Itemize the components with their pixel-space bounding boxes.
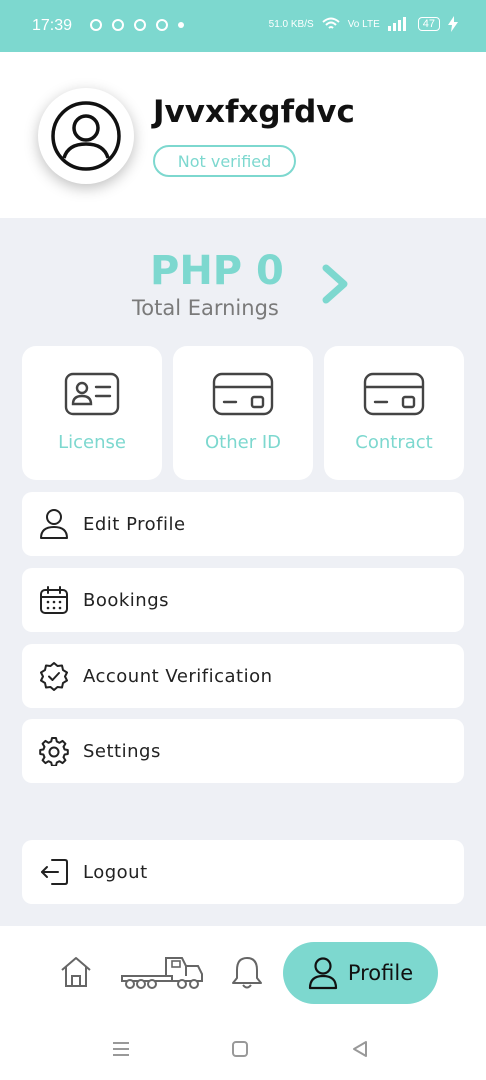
home-button-icon[interactable] (231, 1040, 249, 1058)
status-right: 51.0 KB/S Vo LTE 47 (269, 16, 458, 32)
profile-header: Jvvxfxgfdvc Not verified (0, 52, 486, 218)
account-verification-label: Account Verification (83, 665, 273, 687)
carrier-label: Vo LTE (347, 18, 380, 30)
chevron-right-icon[interactable] (318, 262, 354, 306)
network-speed: 51.0 KB/S (268, 18, 314, 30)
account-verification-button[interactable]: Account Verification (22, 644, 464, 708)
earnings-label: Total Earnings (132, 296, 279, 320)
id-card-icon (64, 372, 120, 416)
app-icon (156, 19, 168, 31)
other-id-label: Other ID (205, 432, 281, 453)
menu-icon[interactable] (111, 1040, 131, 1058)
notification-icon (90, 19, 102, 31)
home-icon (61, 957, 91, 987)
battery-indicator: 47 (417, 17, 440, 31)
signal-icon (387, 17, 406, 31)
app-icon (134, 19, 146, 31)
contract-card[interactable]: Contract (324, 346, 464, 480)
bookings-label: Bookings (83, 589, 170, 611)
settings-label: Settings (83, 740, 161, 762)
nav-profile-label: Profile (347, 961, 414, 985)
notification-icons (90, 19, 184, 31)
truck-icon (121, 957, 203, 989)
license-card[interactable]: License (22, 346, 162, 480)
bell-icon (232, 957, 262, 989)
bookings-button[interactable]: Bookings (22, 568, 464, 632)
logout-button[interactable]: Logout (22, 840, 464, 904)
nav-home[interactable] (58, 954, 94, 990)
contract-label: Contract (355, 432, 433, 453)
verification-status-badge[interactable]: Not verified (153, 145, 296, 177)
gear-icon (39, 737, 69, 766)
edit-profile-label: Edit Profile (83, 513, 186, 535)
nav-notifications[interactable] (230, 954, 264, 990)
more-notifications-icon (178, 22, 184, 28)
license-label: License (58, 432, 126, 453)
card-icon (212, 372, 274, 416)
charging-icon (448, 16, 458, 32)
settings-button[interactable]: Settings (22, 719, 464, 783)
username: Jvvxfxgfdvc (153, 94, 355, 130)
nav-profile[interactable]: Profile (283, 942, 438, 1004)
edit-profile-button[interactable]: Edit Profile (22, 492, 464, 556)
user-avatar-icon (51, 101, 121, 171)
calendar-icon (40, 586, 68, 614)
bottom-navigation: Profile (0, 926, 486, 1018)
earnings-amount: PHP 0 (150, 248, 284, 294)
card-icon (363, 372, 425, 416)
main-content: PHP 0 Total Earnings License Other ID Co… (0, 218, 486, 926)
back-icon[interactable] (351, 1040, 369, 1058)
user-icon (40, 509, 68, 539)
avatar[interactable] (38, 88, 134, 184)
wifi-icon (322, 17, 340, 29)
logout-icon (41, 859, 68, 885)
system-navigation (0, 1018, 486, 1080)
earnings-section[interactable]: PHP 0 Total Earnings (0, 248, 486, 328)
nav-trucks[interactable] (120, 952, 204, 992)
verified-badge-icon (40, 662, 68, 691)
logout-label: Logout (83, 861, 148, 883)
telegram-icon (112, 19, 124, 31)
other-id-card[interactable]: Other ID (173, 346, 313, 480)
status-bar: 17:39 51.0 KB/S Vo LTE 47 (0, 0, 486, 52)
status-time: 17:39 (32, 17, 73, 34)
user-icon (308, 957, 337, 990)
